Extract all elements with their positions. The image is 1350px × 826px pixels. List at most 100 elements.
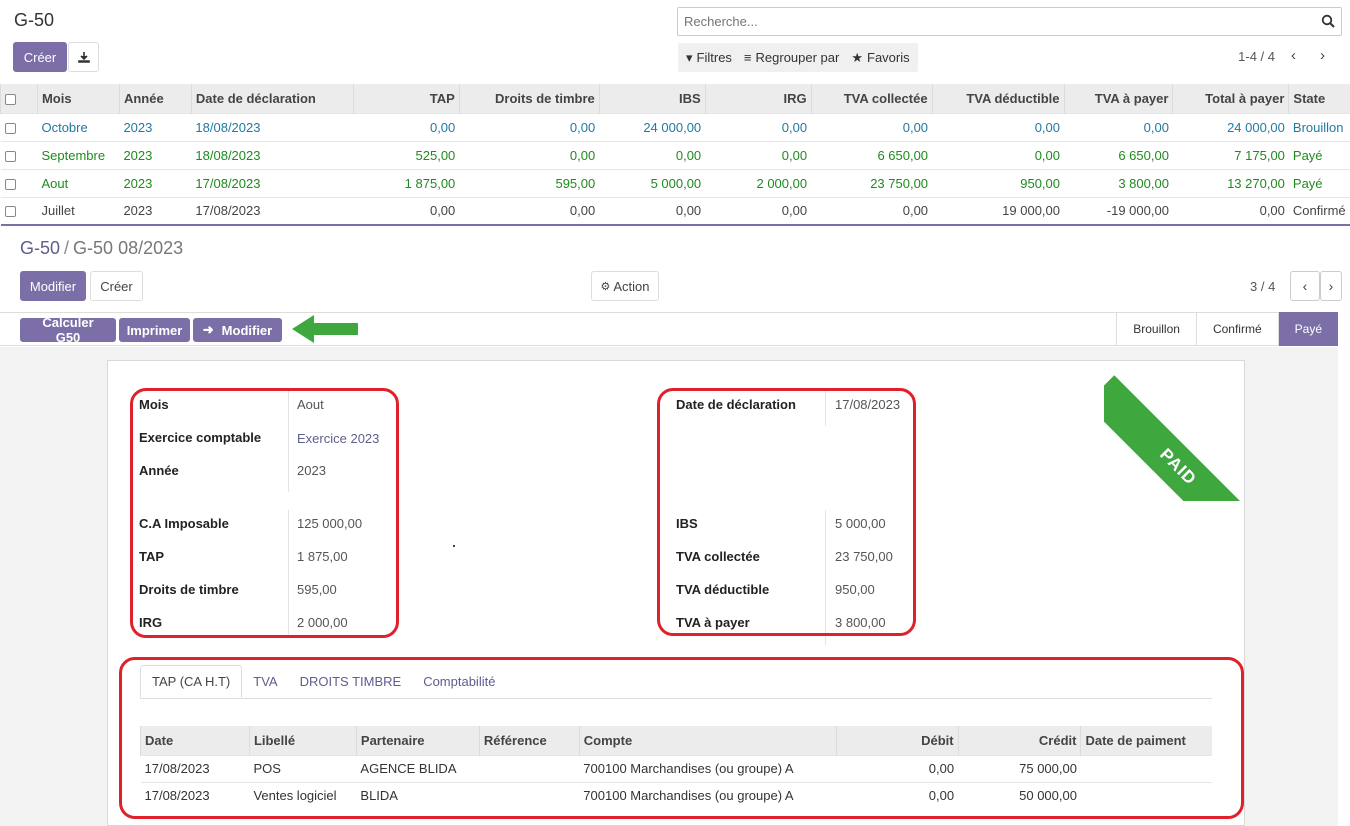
column-header[interactable]: IRG bbox=[704, 84, 812, 113]
annotation-box-right bbox=[657, 388, 916, 636]
cell: 50 000,00 bbox=[958, 781, 1081, 809]
column-header[interactable]: TVA collectée bbox=[810, 84, 933, 113]
record-pager[interactable]: 3 / 4 bbox=[1250, 279, 1275, 294]
groupby-toggle[interactable]: ≡ Regrouper par bbox=[744, 50, 839, 65]
list-icon: ≡ bbox=[743, 50, 752, 65]
row-checkbox[interactable] bbox=[0, 140, 38, 169]
paid-ribbon: PAID bbox=[1104, 360, 1245, 501]
cell: 525,00 bbox=[353, 140, 460, 169]
table-row[interactable]: Septembre 2023 18/08/2023 525,00 0,00 0,… bbox=[0, 140, 1350, 169]
cell: POS bbox=[249, 754, 357, 782]
stage-paid[interactable]: Payé bbox=[1277, 312, 1338, 346]
cell: 19 000,00 bbox=[932, 196, 1064, 226]
cell: 3 800,00 bbox=[1064, 168, 1173, 197]
pager-value[interactable]: 1-4 / 4 bbox=[1238, 49, 1275, 64]
chevron-left-icon[interactable]: ‹ bbox=[1290, 271, 1320, 301]
cell: 0,00 bbox=[836, 754, 959, 782]
cell: 18/08/2023 bbox=[191, 112, 354, 141]
cell: 0,00 bbox=[705, 196, 812, 226]
row-checkbox[interactable] bbox=[0, 112, 38, 141]
print-button[interactable]: Imprimer bbox=[119, 318, 190, 342]
column-header[interactable]: Date de déclaration bbox=[190, 84, 354, 113]
cell: 2 000,00 bbox=[705, 168, 812, 197]
search-bar[interactable] bbox=[677, 7, 1342, 36]
stray-dot bbox=[453, 545, 455, 547]
stage-confirmed[interactable]: Confirmé bbox=[1195, 312, 1278, 346]
table-row[interactable]: 17/08/2023 Ventes logiciel BLIDA 700100 … bbox=[140, 781, 1212, 809]
table-row[interactable]: 17/08/2023 POS AGENCE BLIDA 700100 March… bbox=[140, 754, 1212, 782]
breadcrumb-current: G-50 08/2023 bbox=[73, 238, 184, 258]
column-header[interactable]: Libellé bbox=[248, 726, 357, 755]
arrow-right-icon: ➜ bbox=[202, 322, 214, 337]
chevron-left-icon[interactable]: ‹ bbox=[1291, 47, 1296, 64]
filters-toggle[interactable]: ▾ Filtres bbox=[686, 50, 732, 66]
column-header[interactable]: Droits de timbre bbox=[458, 84, 600, 113]
cell: Septembre bbox=[37, 140, 120, 169]
tab-comptabilite[interactable]: Comptabilité bbox=[412, 665, 506, 698]
tab-tva[interactable]: TVA bbox=[242, 665, 288, 698]
chevron-right-icon[interactable]: › bbox=[1320, 47, 1325, 64]
accounting-lines-table: Date Libellé Partenaire Référence Compte… bbox=[140, 726, 1212, 809]
cell: AGENCE BLIDA bbox=[356, 754, 480, 782]
table-row[interactable]: Aout 2023 17/08/2023 1 875,00 595,00 5 0… bbox=[0, 168, 1350, 197]
cell bbox=[479, 781, 580, 809]
annotation-box-left bbox=[130, 388, 399, 638]
column-header[interactable]: Référence bbox=[478, 726, 580, 755]
cell: 0,00 bbox=[1172, 196, 1289, 226]
compute-g50-button[interactable]: Calculer G50 bbox=[20, 315, 116, 345]
column-header[interactable]: State bbox=[1288, 84, 1350, 113]
column-header[interactable]: Partenaire bbox=[355, 726, 480, 755]
favorites-toggle[interactable]: ★ Favoris bbox=[851, 50, 909, 66]
download-button[interactable] bbox=[68, 42, 99, 72]
cell bbox=[1080, 781, 1212, 809]
stage-draft[interactable]: Brouillon bbox=[1116, 312, 1196, 346]
cell: 700100 Marchandises (ou groupe) A bbox=[579, 781, 837, 809]
cell: Ventes logiciel bbox=[249, 781, 357, 809]
tab-tap[interactable]: TAP (CA H.T) bbox=[140, 665, 243, 698]
cell: 1 875,00 bbox=[353, 168, 460, 197]
column-header[interactable]: Mois bbox=[36, 84, 120, 113]
breadcrumb-parent[interactable]: G-50 bbox=[20, 238, 60, 258]
cell: 0,00 bbox=[459, 140, 600, 169]
cell: 18/08/2023 bbox=[191, 140, 354, 169]
column-header[interactable]: TAP bbox=[352, 84, 460, 113]
column-header[interactable]: Date de paiment bbox=[1080, 726, 1212, 755]
tab-droits-timbre[interactable]: DROITS TIMBRE bbox=[289, 665, 413, 698]
select-all-checkbox[interactable] bbox=[0, 84, 38, 113]
cell: BLIDA bbox=[356, 781, 480, 809]
cell: 17/08/2023 bbox=[191, 196, 354, 226]
column-header[interactable]: Compte bbox=[578, 726, 837, 755]
cell: 23 750,00 bbox=[811, 168, 933, 197]
search-input[interactable] bbox=[678, 8, 1298, 35]
notebook-tabs: TAP (CA H.T) TVA DROITS TIMBRE Comptabil… bbox=[140, 665, 506, 698]
cell: 0,00 bbox=[459, 196, 600, 226]
table-row[interactable]: Octobre 2023 18/08/2023 0,00 0,00 24 000… bbox=[0, 112, 1350, 141]
column-header[interactable]: Débit bbox=[835, 726, 959, 755]
column-header[interactable]: TVA à payer bbox=[1063, 84, 1173, 113]
modify-state-button[interactable]: ➜ Modifier bbox=[193, 318, 282, 342]
create-button[interactable]: Créer bbox=[13, 42, 67, 72]
column-header[interactable]: Total à payer bbox=[1172, 84, 1289, 113]
star-icon: ★ bbox=[851, 49, 863, 65]
table-row[interactable]: Juillet 2023 17/08/2023 0,00 0,00 0,00 0… bbox=[0, 196, 1350, 226]
cell: 2023 bbox=[119, 196, 192, 226]
column-header[interactable]: TVA déductible bbox=[931, 84, 1064, 113]
page-title: G-50 bbox=[14, 10, 55, 30]
row-checkbox[interactable] bbox=[0, 168, 38, 197]
cell bbox=[1080, 754, 1212, 782]
status-cell: Brouillon bbox=[1288, 112, 1350, 141]
create-button[interactable]: Créer bbox=[90, 271, 143, 301]
cell: 0,00 bbox=[353, 196, 460, 226]
column-header[interactable]: Année bbox=[118, 84, 192, 113]
cell: 0,00 bbox=[599, 196, 706, 226]
chevron-right-icon[interactable]: › bbox=[1320, 271, 1342, 301]
download-icon bbox=[77, 52, 90, 63]
column-header[interactable]: Crédit bbox=[957, 726, 1081, 755]
row-checkbox[interactable] bbox=[0, 196, 38, 226]
cell: 2023 bbox=[119, 168, 192, 197]
edit-button[interactable]: Modifier bbox=[20, 271, 86, 301]
column-header[interactable]: IBS bbox=[598, 84, 706, 113]
action-button[interactable]: ⚙ Action bbox=[591, 271, 659, 301]
column-header[interactable]: Date bbox=[140, 726, 250, 755]
search-icon[interactable] bbox=[1321, 14, 1335, 28]
